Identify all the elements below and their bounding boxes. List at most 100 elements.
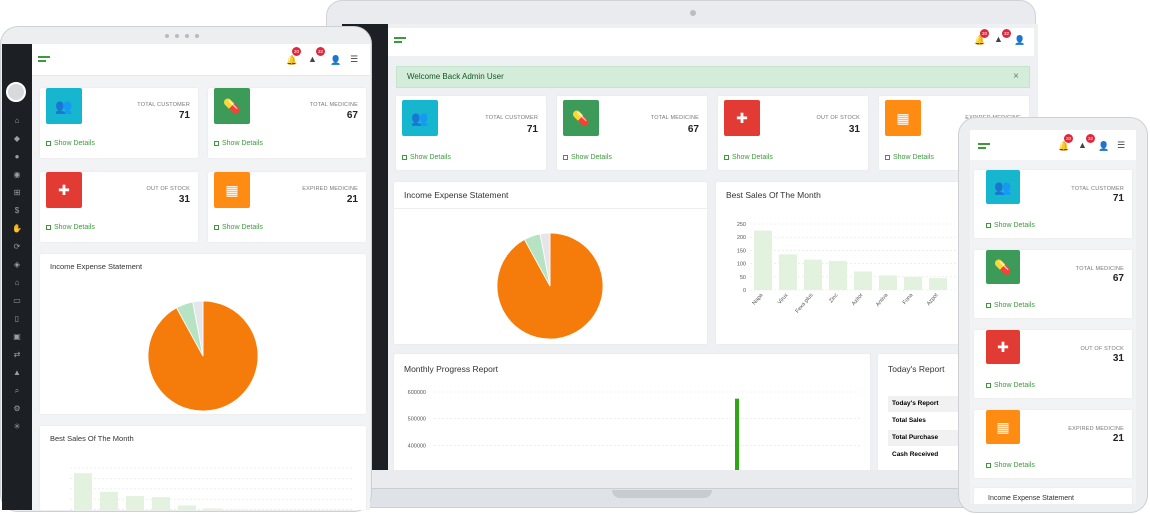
user-add-icon[interactable]: 👤	[1098, 141, 1109, 152]
best-sales-panel: Best Sales Of The Month	[40, 426, 366, 510]
show-details-label: Show Details	[410, 154, 451, 161]
bar	[100, 491, 118, 510]
search-icon[interactable]: ⌕	[15, 386, 19, 396]
bar	[829, 260, 847, 290]
close-icon[interactable]: ×	[1013, 67, 1019, 87]
user-add-icon[interactable]: 👤	[330, 55, 341, 66]
bar	[929, 278, 947, 290]
y-tick-label: 0	[743, 288, 746, 294]
notifications-badge: 20	[980, 29, 989, 38]
show-details-link[interactable]: Show Details	[724, 154, 773, 161]
monthly-progress-panel: Monthly Progress Report 3000004000005000…	[394, 354, 870, 470]
calendar-small-icon	[885, 154, 890, 160]
laptop-topbar: 🔔 20 ▲ 32 👤	[388, 28, 1034, 56]
stat-card-total-medicine[interactable]: 💊 TOTAL MEDICINE 67 Show Details	[974, 250, 1132, 318]
show-details-link[interactable]: Show Details	[986, 382, 1035, 389]
stat-card-expired-medicine[interactable]: ▦ EXPIRED MEDICINE 21 Show Details	[208, 172, 366, 242]
lifebuoy-icon[interactable]: ✳	[14, 422, 21, 431]
stat-card-total-customer[interactable]: 👥 TOTAL CUSTOMER 71 Show Details	[40, 88, 198, 158]
calendar-small-icon	[986, 382, 991, 388]
stat-card-out-of-stock[interactable]: ✚ OUT OF STOCK 31 Show Details	[40, 172, 198, 242]
panel-title: Income Expense Statement	[988, 495, 1074, 502]
stat-card-total-medicine[interactable]: 💊 TOTAL MEDICINE 67 Show Details	[208, 88, 366, 158]
refresh-icon[interactable]: ⟳	[14, 242, 21, 251]
bar	[178, 505, 196, 510]
pills-icon[interactable]: ●	[15, 152, 20, 161]
show-details-link[interactable]: Show Details	[214, 140, 263, 147]
stat-card-total-customer[interactable]: 👥 TOTAL CUSTOMER 71 Show Details	[974, 170, 1132, 238]
grid-menu-icon[interactable]: ☰	[350, 54, 358, 65]
dollar-icon[interactable]: $	[15, 206, 19, 215]
stat-value: 67	[1112, 273, 1124, 284]
avatar[interactable]	[6, 82, 26, 102]
bar	[74, 473, 92, 510]
show-details-link[interactable]: Show Details	[402, 154, 451, 161]
show-details-label: Show Details	[732, 154, 773, 161]
cube-icon[interactable]: ◆	[14, 134, 20, 143]
panel-title: Income Expense Statement	[50, 262, 143, 271]
home-icon[interactable]: ⌂	[15, 116, 20, 125]
calendar-small-icon	[563, 154, 568, 160]
alerts-badge: 32	[316, 47, 325, 56]
income-expense-panel: Income Expense Statement	[974, 488, 1132, 504]
stat-value: 21	[346, 194, 358, 205]
stat-card-out-of-stock[interactable]: ✚ OUT OF STOCK 31 Show Details	[718, 96, 868, 170]
welcome-text: Welcome Back Admin User	[407, 72, 504, 81]
show-details-link[interactable]: Show Details	[986, 302, 1035, 309]
show-details-link[interactable]: Show Details	[214, 224, 263, 231]
stat-value: 71	[1112, 193, 1124, 204]
bell-icon[interactable]: 🔔	[286, 55, 297, 66]
y-tick-label: 200	[737, 235, 746, 241]
stat-card-total-medicine[interactable]: 💊 TOTAL MEDICINE 67 Show Details	[557, 96, 707, 170]
calendar-small-icon	[46, 140, 51, 146]
show-details-link[interactable]: Show Details	[46, 224, 95, 231]
monthly-progress-chart: 300000400000500000600000	[408, 390, 860, 470]
stat-card-expired-medicine[interactable]: ▦ EXPIRED MEDICINE 21 Show Details	[974, 410, 1132, 478]
x-tick-label: Axitor	[851, 292, 865, 307]
tablet-camera-dots	[165, 34, 199, 38]
calendar-small-icon	[724, 154, 729, 160]
stat-card-total-customer[interactable]: 👥 TOTAL CUSTOMER 71 Show Details	[396, 96, 546, 170]
phone-screen: 🔔 20 ▲ 32 👤 ☰ 👥 TOTAL CUSTOMER 71 Show D…	[970, 130, 1136, 504]
id-card-icon[interactable]: ▣	[13, 332, 21, 341]
show-details-label: Show Details	[222, 140, 263, 147]
capsule-icon: ✚	[986, 330, 1020, 364]
stat-value: 71	[178, 110, 190, 121]
card-icon[interactable]: ▭	[13, 296, 21, 305]
alert-icon[interactable]: ▲	[308, 54, 317, 64]
x-tick-label: Azpot	[926, 292, 940, 307]
cart-icon[interactable]: ⊞	[14, 188, 21, 197]
laptop-camera	[690, 10, 696, 16]
alert-icon[interactable]: ▲	[1078, 140, 1087, 150]
capsule-icon[interactable]: ◉	[14, 170, 21, 179]
show-details-link[interactable]: Show Details	[46, 140, 95, 147]
calendar-icon: ▦	[986, 410, 1020, 444]
show-details-link[interactable]: Show Details	[563, 154, 612, 161]
show-details-link[interactable]: Show Details	[885, 154, 934, 161]
exchange-icon[interactable]: ⇄	[14, 350, 21, 359]
calendar-small-icon	[402, 154, 407, 160]
user-add-icon[interactable]: 👤	[1014, 35, 1025, 46]
bank-icon[interactable]: ⌂	[15, 278, 20, 287]
income-expense-panel: Income Expense Statement	[40, 254, 366, 414]
stat-card-out-of-stock[interactable]: ✚ OUT OF STOCK 31 Show Details	[974, 330, 1132, 398]
menu-toggle-icon[interactable]	[978, 143, 990, 151]
stat-value: 21	[1112, 433, 1124, 444]
menu-toggle-icon[interactable]	[38, 56, 50, 64]
gear-icon[interactable]: ⚙	[13, 404, 20, 413]
calendar-small-icon	[986, 302, 991, 308]
panel-title: Income Expense Statement	[404, 190, 509, 200]
bar	[735, 398, 739, 470]
show-details-link[interactable]: Show Details	[986, 462, 1035, 469]
tag-icon[interactable]: ◈	[14, 260, 20, 269]
hand-icon[interactable]: ✋	[12, 224, 22, 233]
grid-menu-icon[interactable]: ☰	[1117, 140, 1125, 151]
menu-toggle-icon[interactable]	[394, 37, 406, 45]
book-icon[interactable]: ▯	[15, 314, 19, 323]
notifications-badge: 20	[292, 47, 301, 56]
bar	[879, 275, 897, 290]
welcome-alert: Welcome Back Admin User ×	[396, 66, 1030, 88]
chart-icon[interactable]: ▲	[13, 368, 21, 377]
y-tick-label: 100	[737, 262, 746, 268]
show-details-link[interactable]: Show Details	[986, 222, 1035, 229]
